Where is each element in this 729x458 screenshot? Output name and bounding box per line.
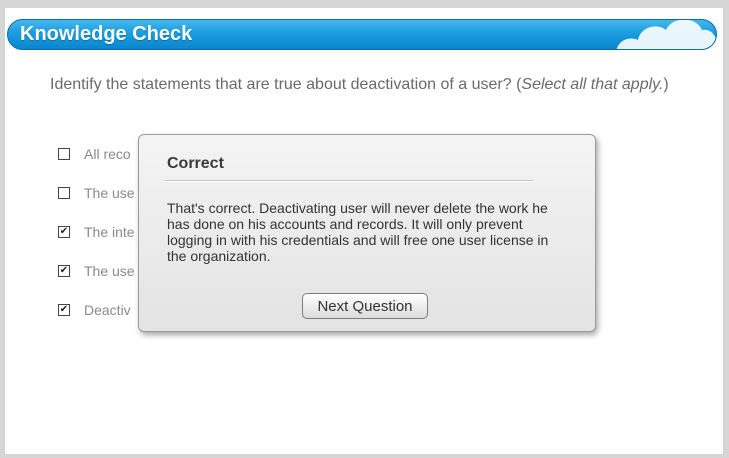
answer-option-label: Deactiv (84, 302, 131, 318)
answer-option-label: The use (84, 185, 135, 201)
feedback-dialog: Correct That's correct. Deactivating use… (138, 134, 596, 332)
question-text: Identify the statements that are true ab… (50, 76, 669, 93)
dialog-message: That's correct. Deactivating user will n… (167, 200, 549, 264)
header-bar: Knowledge Check (7, 19, 717, 50)
dialog-title: Correct (167, 155, 224, 172)
next-question-button[interactable]: Next Question (302, 293, 428, 319)
checkbox-checked-icon[interactable]: ✔ (58, 265, 70, 277)
answer-option-label: The use (84, 263, 135, 279)
page-title: Knowledge Check (20, 23, 193, 45)
answer-option-label: All reco (84, 146, 131, 162)
checkbox-icon[interactable] (58, 187, 70, 199)
cloud-icon (616, 20, 716, 49)
dialog-divider (165, 180, 533, 182)
answer-option-label: The inte (84, 224, 135, 240)
checkbox-checked-icon[interactable]: ✔ (58, 226, 70, 238)
checkbox-icon[interactable] (58, 148, 70, 160)
checkbox-checked-icon[interactable]: ✔ (58, 304, 70, 316)
question-hint: Select all that apply. (521, 76, 664, 93)
